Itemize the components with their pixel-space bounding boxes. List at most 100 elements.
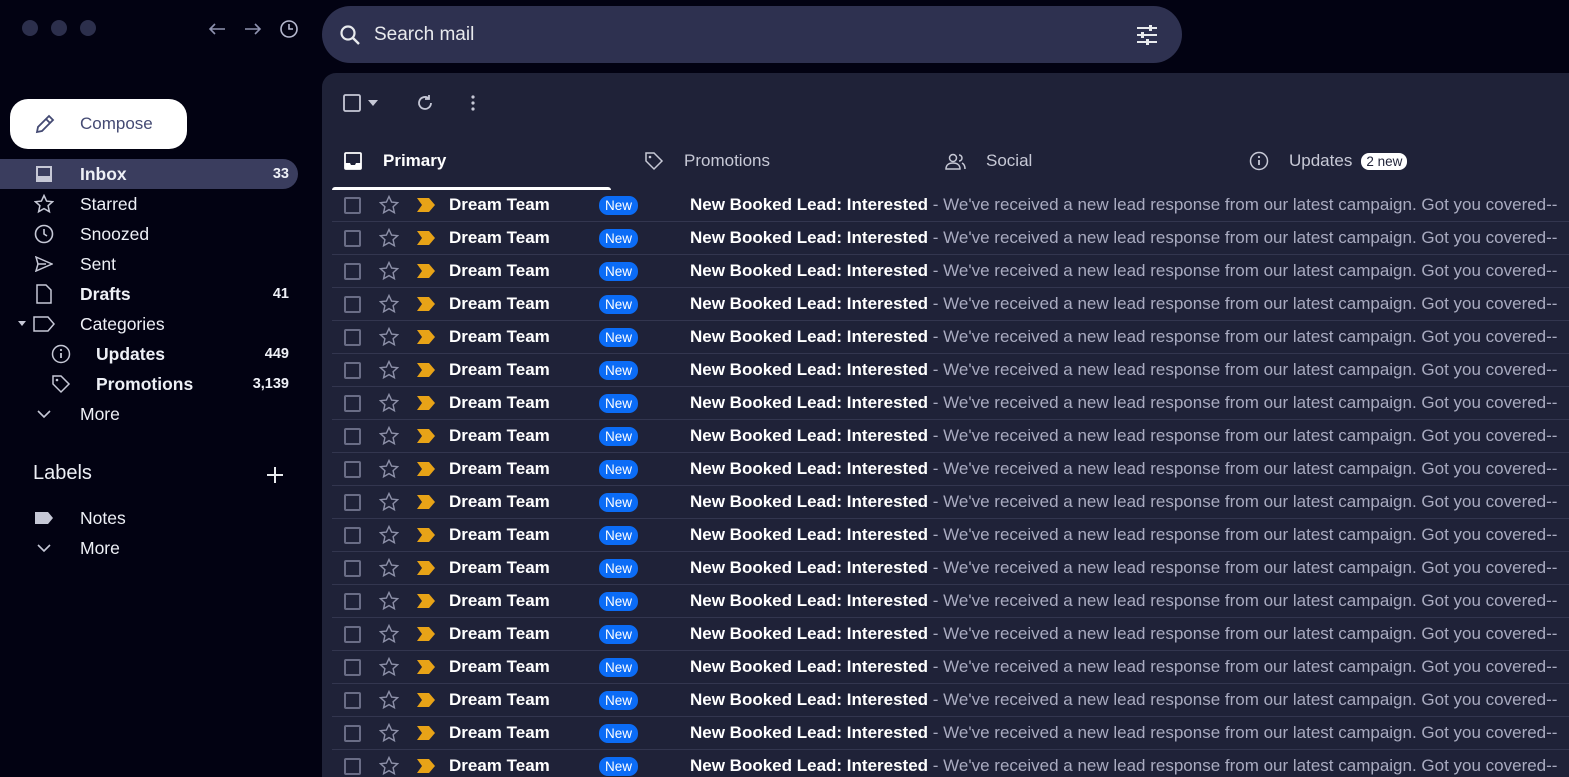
important-marker-icon[interactable] (417, 495, 435, 509)
star-icon[interactable] (379, 723, 399, 743)
row-checkbox[interactable] (344, 757, 361, 775)
sidebar-item-drafts[interactable]: Drafts 41 (0, 279, 298, 309)
sidebar-item-snoozed[interactable]: Snoozed (0, 219, 298, 249)
important-marker-icon[interactable] (417, 363, 435, 377)
row-checkbox[interactable] (344, 559, 361, 577)
email-row[interactable]: Dream Team New New Booked Lead: Interest… (332, 552, 1569, 585)
important-marker-icon[interactable] (417, 297, 435, 311)
important-marker-icon[interactable] (417, 528, 435, 542)
row-checkbox[interactable] (344, 427, 361, 445)
star-icon[interactable] (379, 294, 399, 314)
row-checkbox[interactable] (344, 229, 361, 247)
sidebar-item-categories[interactable]: Categories (0, 309, 298, 339)
collapse-caret-icon[interactable] (18, 321, 26, 326)
important-marker-icon[interactable] (417, 594, 435, 608)
star-icon[interactable] (379, 657, 399, 677)
sidebar-item-sent[interactable]: Sent (0, 249, 298, 279)
row-checkbox[interactable] (344, 361, 361, 379)
email-row[interactable]: Dream Team New New Booked Lead: Interest… (332, 354, 1569, 387)
email-row[interactable]: Dream Team New New Booked Lead: Interest… (332, 651, 1569, 684)
sidebar-item-promotions[interactable]: Promotions 3,139 (0, 369, 298, 399)
important-marker-icon[interactable] (417, 693, 435, 707)
star-icon[interactable] (379, 228, 399, 248)
important-marker-icon[interactable] (417, 330, 435, 344)
row-checkbox[interactable] (344, 691, 361, 709)
row-checkbox[interactable] (344, 493, 361, 511)
compose-button[interactable]: Compose (10, 99, 187, 149)
star-icon[interactable] (379, 558, 399, 578)
row-checkbox[interactable] (344, 196, 361, 214)
sidebar-item-more[interactable]: More (0, 399, 298, 429)
select-all-checkbox[interactable] (342, 91, 362, 115)
star-icon[interactable] (379, 393, 399, 413)
more-vert-icon[interactable] (462, 91, 484, 115)
email-row[interactable]: Dream Team New New Booked Lead: Interest… (332, 717, 1569, 750)
email-row[interactable]: Dream Team New New Booked Lead: Interest… (332, 222, 1569, 255)
star-icon[interactable] (379, 195, 399, 215)
important-marker-icon[interactable] (417, 198, 435, 212)
email-row[interactable]: Dream Team New New Booked Lead: Interest… (332, 750, 1569, 777)
forward-arrow-icon[interactable] (242, 18, 264, 40)
important-marker-icon[interactable] (417, 726, 435, 740)
row-checkbox[interactable] (344, 295, 361, 313)
star-icon[interactable] (379, 525, 399, 545)
star-icon[interactable] (379, 459, 399, 479)
row-checkbox[interactable] (344, 658, 361, 676)
email-row[interactable]: Dream Team New New Booked Lead: Interest… (332, 420, 1569, 453)
email-row[interactable]: Dream Team New New Booked Lead: Interest… (332, 387, 1569, 420)
row-checkbox[interactable] (344, 328, 361, 346)
email-row[interactable]: Dream Team New New Booked Lead: Interest… (332, 255, 1569, 288)
important-marker-icon[interactable] (417, 462, 435, 476)
row-checkbox[interactable] (344, 394, 361, 412)
add-label-icon[interactable] (264, 464, 286, 486)
email-row[interactable]: Dream Team New New Booked Lead: Interest… (332, 288, 1569, 321)
email-row[interactable]: Dream Team New New Booked Lead: Interest… (332, 453, 1569, 486)
tab-social[interactable]: Social (945, 133, 1032, 189)
row-checkbox[interactable] (344, 625, 361, 643)
tab-promotions[interactable]: Promotions (643, 133, 770, 189)
search-icon[interactable] (338, 23, 362, 47)
minimize-window-button[interactable] (51, 20, 67, 36)
label-item-notes[interactable]: Notes (0, 503, 298, 533)
search-bar[interactable] (322, 6, 1182, 63)
important-marker-icon[interactable] (417, 396, 435, 410)
label-item-more[interactable]: More (0, 533, 298, 563)
email-row[interactable]: Dream Team New New Booked Lead: Interest… (332, 618, 1569, 651)
close-window-button[interactable] (22, 20, 38, 36)
row-checkbox[interactable] (344, 526, 361, 544)
important-marker-icon[interactable] (417, 231, 435, 245)
important-marker-icon[interactable] (417, 660, 435, 674)
star-icon[interactable] (379, 690, 399, 710)
important-marker-icon[interactable] (417, 264, 435, 278)
email-row[interactable]: Dream Team New New Booked Lead: Interest… (332, 486, 1569, 519)
email-row[interactable]: Dream Team New New Booked Lead: Interest… (332, 321, 1569, 354)
tab-updates[interactable]: Updates 2 new (1248, 133, 1408, 189)
row-checkbox[interactable] (344, 460, 361, 478)
refresh-icon[interactable] (414, 91, 436, 115)
search-options-icon[interactable] (1134, 22, 1160, 48)
important-marker-icon[interactable] (417, 627, 435, 641)
star-icon[interactable] (379, 327, 399, 347)
row-checkbox[interactable] (344, 592, 361, 610)
row-checkbox[interactable] (344, 262, 361, 280)
email-row[interactable]: Dream Team New New Booked Lead: Interest… (332, 585, 1569, 618)
back-arrow-icon[interactable] (206, 18, 228, 40)
important-marker-icon[interactable] (417, 429, 435, 443)
history-clock-icon[interactable] (278, 18, 300, 40)
search-input[interactable] (374, 23, 1134, 46)
tab-primary[interactable]: Primary (330, 133, 611, 190)
important-marker-icon[interactable] (417, 759, 435, 773)
select-dropdown-icon[interactable] (362, 91, 384, 115)
star-icon[interactable] (379, 492, 399, 512)
zoom-window-button[interactable] (80, 20, 96, 36)
email-row[interactable]: Dream Team New New Booked Lead: Interest… (332, 189, 1569, 222)
star-icon[interactable] (379, 360, 399, 380)
star-icon[interactable] (379, 624, 399, 644)
star-icon[interactable] (379, 591, 399, 611)
star-icon[interactable] (379, 261, 399, 281)
sidebar-item-starred[interactable]: Starred (0, 189, 298, 219)
sidebar-item-inbox[interactable]: Inbox 33 (0, 159, 298, 189)
sidebar-item-updates[interactable]: Updates 449 (0, 339, 298, 369)
email-row[interactable]: Dream Team New New Booked Lead: Interest… (332, 684, 1569, 717)
important-marker-icon[interactable] (417, 561, 435, 575)
